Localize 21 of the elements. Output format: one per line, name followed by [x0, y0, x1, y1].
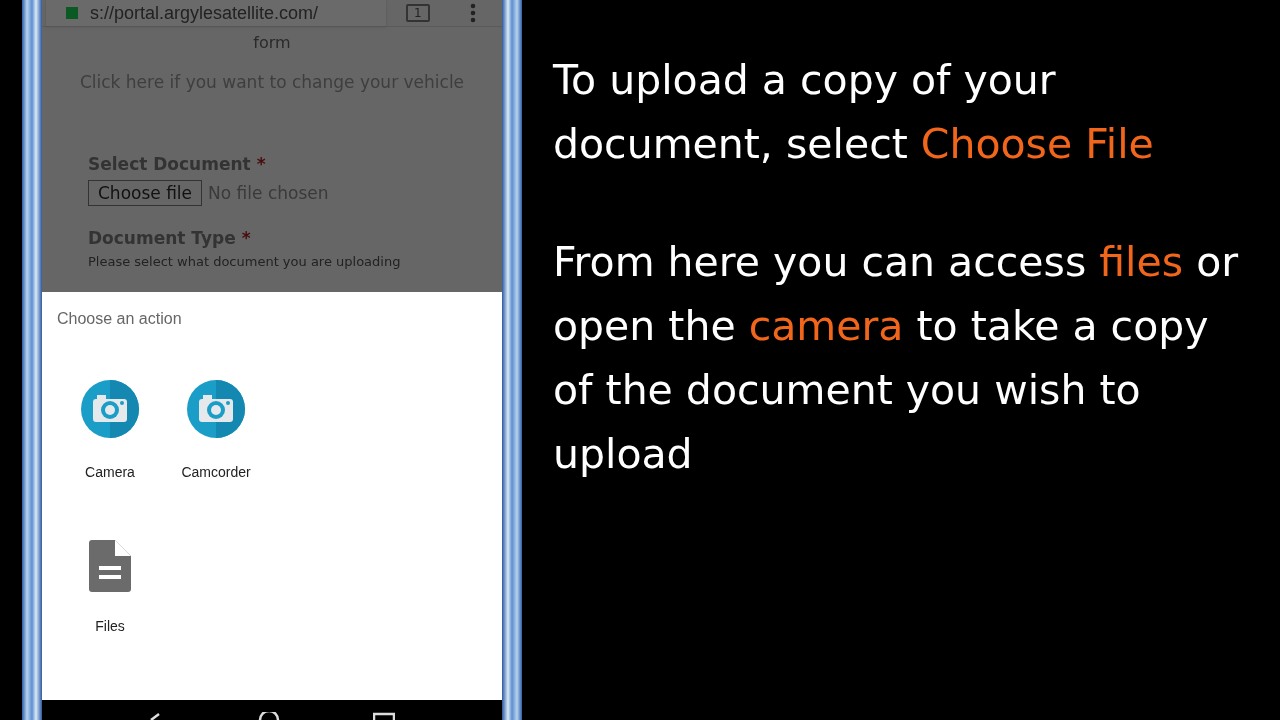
sheet-title: Choose an action — [57, 309, 183, 328]
home-icon[interactable] — [258, 712, 280, 720]
instruction-text: From here you can access files or open the camera to take a copy of the document you wish to upload — [553, 237, 1240, 480]
recents-icon[interactable] — [373, 712, 396, 720]
app-label: Camera — [85, 463, 135, 480]
more-menu-icon[interactable] — [469, 3, 476, 23]
required-mark: * — [256, 154, 266, 174]
choose-file-button[interactable]: Choose file — [88, 180, 203, 206]
url-text: s://portal.argylesatellite.com/ — [90, 2, 319, 24]
document-icon[interactable] — [89, 539, 131, 592]
address-bar[interactable]: s://portal.argylesatellite.com/ — [46, 0, 386, 26]
tab-count-button[interactable]: 1 — [406, 4, 430, 22]
camera-icon[interactable] — [187, 379, 245, 438]
app-label: Camcorder — [181, 463, 251, 480]
app-label: Files — [95, 617, 125, 634]
required-mark: * — [241, 228, 251, 248]
camera-icon[interactable] — [81, 379, 139, 438]
lock-icon — [66, 7, 78, 19]
instruction-text: To upload a copy of your document, select Choose File — [553, 55, 1155, 170]
help-text: Please select what document you are uploading — [88, 254, 402, 269]
page-heading: form — [252, 33, 292, 52]
